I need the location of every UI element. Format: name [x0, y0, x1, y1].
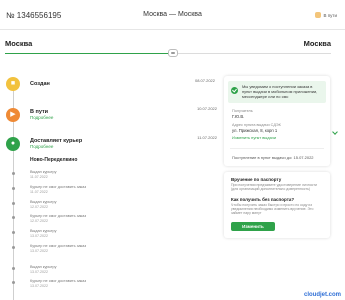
- order-header: № 1346556195 Москва — Москва В пути: [0, 0, 345, 30]
- event-text: Выдан курьеру: [30, 170, 57, 174]
- passport-desc: При получении предъявите удостоверение л…: [231, 183, 317, 192]
- notification-banner: Мы уведомим о поступлении заказа в пункт…: [228, 81, 326, 103]
- timeline-dot: [12, 281, 15, 284]
- event-date: 11.07.2022: [30, 190, 48, 194]
- change-delivery-button[interactable]: Изменить: [231, 222, 275, 231]
- timeline-dot: [12, 187, 15, 190]
- address-label: Адрес пункта выдачи СДЭК: [232, 123, 281, 127]
- truck-step-icon: ▶: [6, 108, 20, 122]
- watermark-logo: cloudjet.com: [303, 292, 341, 298]
- timeline-dot: [12, 202, 15, 205]
- event-date: 11.07.2022: [30, 175, 48, 179]
- event-date: 13.07.2022: [30, 284, 48, 288]
- progress-fill: [5, 53, 168, 54]
- step-more-link[interactable]: Подробнее: [30, 115, 53, 120]
- recipient-label: Получатель: [232, 109, 253, 113]
- timeline-dot: [12, 267, 15, 270]
- event-date: 12.07.2022: [30, 219, 48, 223]
- change-pickup-link[interactable]: Изменить пункт выдачи: [232, 135, 276, 140]
- event-text: Курьер не смог доставить заказ: [30, 214, 87, 218]
- event-text: Курьер не смог доставить заказ: [30, 244, 87, 248]
- timeline-dot: [12, 246, 15, 249]
- route-summary: Москва — Москва: [143, 11, 202, 18]
- notification-text: Мы уведомим о поступлении заказа в пункт…: [242, 84, 318, 99]
- box-icon: ■: [6, 77, 20, 91]
- truck-status-icon: [315, 12, 322, 18]
- arrival-deadline: Поступление в пункт выдачи до: 15.07.202…: [232, 155, 314, 160]
- divider: [230, 148, 324, 149]
- event-date: 12.07.2022: [30, 205, 48, 209]
- event-text: Выдан курьеру: [30, 265, 57, 269]
- event-text: Выдан курьеру: [30, 229, 57, 233]
- recipient-value: Г.Ю.В.: [232, 114, 245, 119]
- check-icon: [231, 87, 238, 94]
- event-text: Курьер не смог доставить заказ: [30, 185, 87, 189]
- delivery-card: Мы уведомим о поступлении заказа в пункт…: [224, 76, 330, 166]
- truck-icon: [168, 49, 178, 57]
- step-date: 08.07.2022: [194, 78, 215, 83]
- courier-icon: ●: [6, 137, 20, 151]
- address-value: ул. Прижская, 8, корп 1: [232, 128, 278, 133]
- chevron-down-icon[interactable]: [332, 129, 338, 135]
- timeline-dot: [12, 172, 15, 175]
- step-date: 11.07.2022: [197, 135, 217, 140]
- event-date: 13.07.2022: [30, 249, 48, 253]
- event-date: 13.07.2022: [30, 270, 48, 274]
- timeline-dot: [12, 216, 15, 219]
- city-from: Москва: [5, 39, 33, 48]
- timeline-dot: [12, 231, 15, 234]
- passport-title: Вручение по паспорту: [231, 177, 282, 182]
- status-badge: В пути: [315, 12, 337, 18]
- no-passport-question: Как получить без паспорта?: [231, 197, 295, 202]
- route-row: Москва Москва: [5, 39, 331, 49]
- no-passport-desc: Чтобы получить заказ быстро и просто по …: [231, 203, 314, 216]
- event-text: Курьер не смог доставить заказ: [30, 279, 87, 283]
- event-text: Выдан курьеру: [30, 200, 57, 204]
- passport-card: Вручение по паспорту При получении предъ…: [224, 172, 330, 238]
- step-date: 10.07.2022: [196, 106, 217, 111]
- status-label: В пути: [323, 12, 337, 18]
- city-to: Москва: [303, 39, 331, 48]
- city-subtitle: Ново-Переделкино: [30, 157, 78, 163]
- step-more-link[interactable]: Подробнее: [30, 144, 53, 149]
- step-title-created: Создан: [30, 81, 50, 87]
- event-date: 13.07.2022: [30, 234, 48, 238]
